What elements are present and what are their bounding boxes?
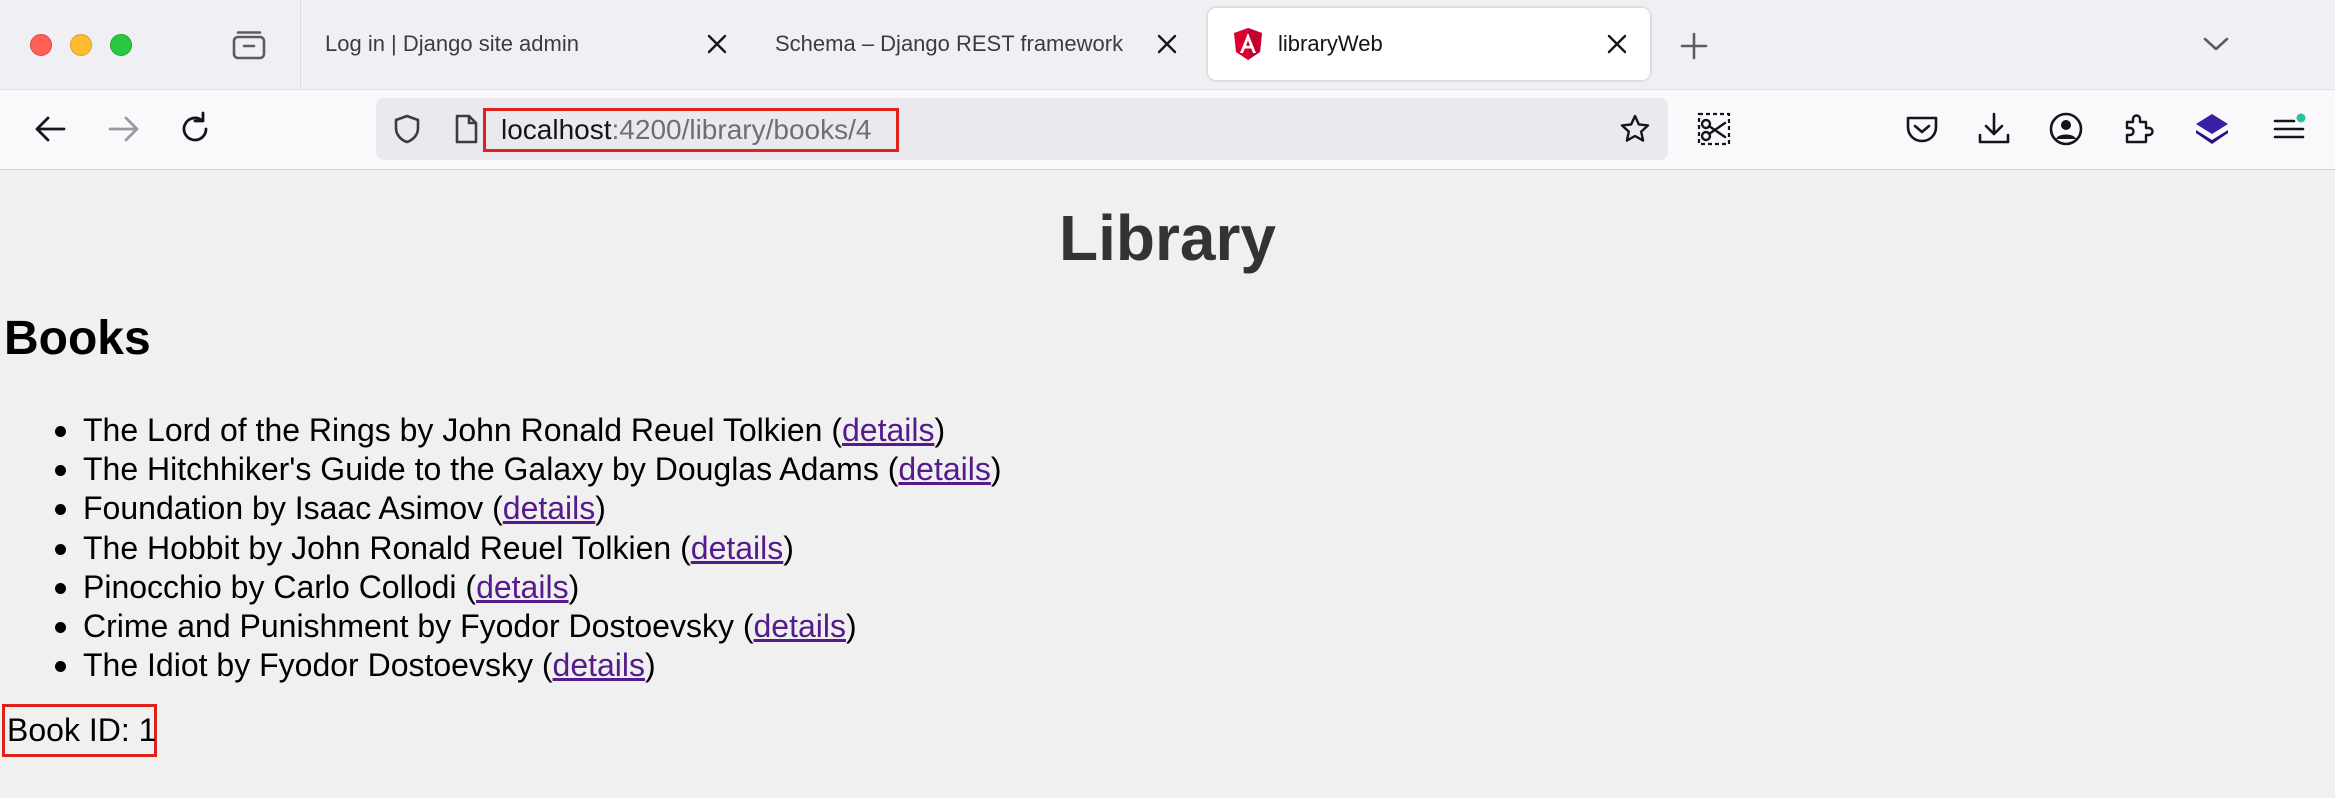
details-link[interactable]: details	[503, 490, 596, 526]
minimize-window-button[interactable]	[70, 34, 92, 56]
close-icon[interactable]	[1156, 33, 1178, 55]
tab-title: Log in | Django site admin	[325, 31, 579, 56]
hamburger-menu-icon[interactable]	[2270, 110, 2308, 148]
book-suffix: )	[568, 568, 580, 605]
tab-strip: Log in | Django site admin Schema – Djan…	[0, 0, 2335, 90]
tab-title: Schema – Django REST framework	[775, 31, 1124, 56]
browser-window: Log in | Django site admin Schema – Djan…	[0, 0, 2335, 798]
tab-overview-icon[interactable]	[232, 30, 266, 60]
book-suffix: )	[595, 490, 606, 527]
book-suffix: )	[990, 451, 1002, 488]
page-content: Library Books The Lord of the Rings by J…	[0, 171, 2335, 798]
star-icon[interactable]	[1619, 113, 1651, 145]
close-icon[interactable]	[706, 33, 728, 55]
page-icon[interactable]	[450, 113, 482, 145]
puzzle-icon[interactable]	[2119, 110, 2157, 148]
chevron-down-icon[interactable]	[2202, 34, 2230, 54]
reload-icon[interactable]	[176, 110, 214, 148]
book-suffix: )	[845, 608, 857, 645]
tab-title: libraryWeb	[1278, 31, 1383, 56]
new-tab-plus-icon[interactable]	[1680, 32, 1708, 60]
list-item: The Hobbit by John Ronald Reuel Tolkien …	[55, 529, 1002, 568]
book-text: The Idiot by Fyodor Dostoevsky (	[83, 647, 553, 684]
list-item: The Idiot by Fyodor Dostoevsky (details)	[55, 646, 1002, 685]
arrow-left-icon[interactable]	[32, 110, 70, 148]
books-heading: Books	[4, 312, 151, 365]
details-link[interactable]: details	[476, 569, 569, 605]
pocket-icon[interactable]	[1903, 110, 1941, 148]
details-link[interactable]: details	[842, 412, 935, 448]
tab-django-admin[interactable]: Log in | Django site admin	[301, 8, 750, 80]
book-suffix: )	[783, 529, 794, 566]
book-text: The Lord of the Rings by John Ronald Reu…	[83, 412, 842, 448]
download-icon[interactable]	[1975, 110, 2013, 148]
details-link[interactable]: details	[553, 647, 646, 683]
list-item: The Lord of the Rings by John Ronald Reu…	[55, 411, 1002, 450]
url-host: localhost	[501, 114, 612, 145]
url-path: :4200/library/books/4	[611, 114, 872, 145]
book-text: The Hobbit by John Ronald Reuel Tolkien …	[83, 529, 691, 566]
layers-extension-icon[interactable]	[2193, 110, 2231, 148]
zoom-window-button[interactable]	[110, 34, 132, 56]
list-item: Pinocchio by Carlo Collodi (details)	[55, 568, 1002, 607]
book-suffix: )	[934, 412, 946, 448]
close-icon[interactable]	[1606, 33, 1628, 55]
list-item: Crime and Punishment by Fyodor Dostoevsk…	[55, 607, 1002, 646]
book-list: The Lord of the Rings by John Ronald Reu…	[55, 411, 1002, 685]
details-link[interactable]: details	[898, 451, 991, 487]
account-icon[interactable]	[2047, 110, 2085, 148]
list-item: Foundation by Isaac Asimov (details)	[55, 489, 1002, 528]
shield-icon[interactable]	[391, 113, 423, 145]
page-title: Library	[1059, 202, 1276, 274]
url-text[interactable]: localhost:4200/library/books/4	[483, 108, 899, 152]
angular-logo-icon	[1232, 27, 1264, 61]
book-text: Crime and Punishment by Fyodor Dostoevsk…	[83, 608, 754, 645]
book-text: The Hitchhiker's Guide to the Galaxy by …	[83, 451, 899, 488]
book-text: Pinocchio by Carlo Collodi (	[83, 568, 477, 605]
book-id-label: Book ID: 1	[2, 704, 157, 757]
details-link[interactable]: details	[691, 530, 784, 566]
tab-schema-drf[interactable]: Schema – Django REST framework	[751, 8, 1200, 80]
tab-libraryweb[interactable]: libraryWeb	[1208, 8, 1650, 80]
list-item: The Hitchhiker's Guide to the Galaxy by …	[55, 450, 1002, 489]
scissors-icon[interactable]	[1695, 110, 1733, 148]
close-window-button[interactable]	[30, 34, 52, 56]
details-link[interactable]: details	[753, 608, 846, 644]
book-suffix: )	[645, 647, 656, 684]
book-text: Foundation by Isaac Asimov (	[83, 490, 503, 527]
arrow-right-icon[interactable]	[104, 110, 142, 148]
